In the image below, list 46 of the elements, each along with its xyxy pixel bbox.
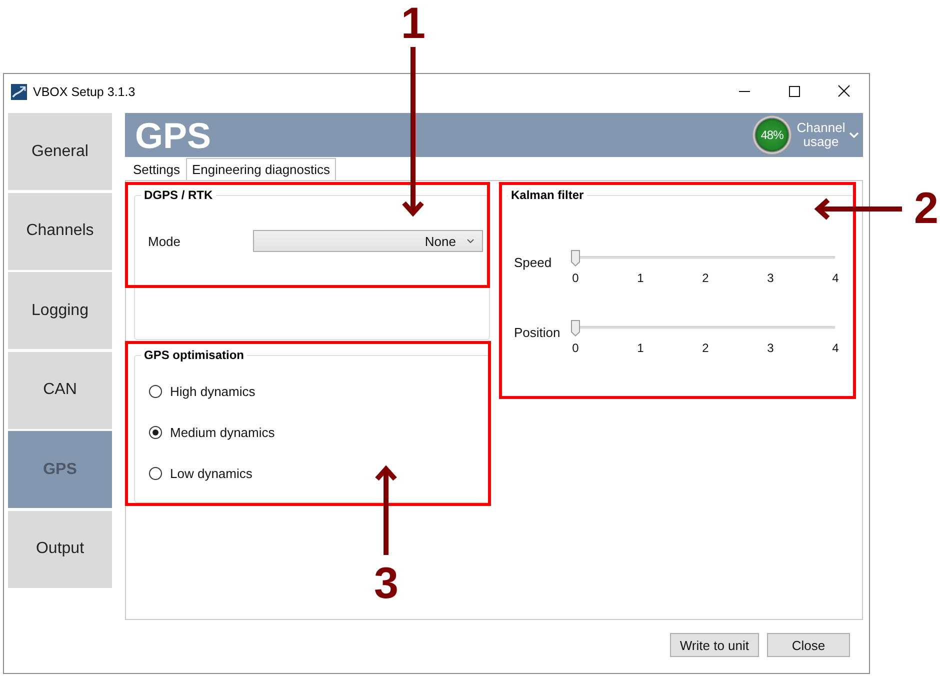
minimize-icon [738,90,750,92]
mode-dropdown[interactable]: None [253,230,483,252]
usage-label: Channel usage [796,121,846,149]
slider-label: Speed [514,255,553,270]
tick-label: 3 [766,341,775,355]
group-title: DGPS / RTK [143,188,214,202]
slider-thumb[interactable] [570,249,581,267]
tick-label: 2 [701,271,710,285]
tick-label: 1 [636,271,645,285]
group-title: GPS optimisation [143,348,246,362]
tab[interactable]: Engineering diagnostics [186,158,336,180]
radio-label[interactable]: Medium dynamics [170,424,275,440]
tick-label: 0 [571,341,580,355]
usage-gauge: 48% [752,115,792,155]
tick-label: 0 [571,271,580,285]
window-title: VBOX Setup 3.1.3 [33,85,136,99]
dialog-button[interactable]: Write to unit [670,633,759,657]
radio-button[interactable] [149,466,162,480]
close-icon [838,85,850,97]
sidebar-item[interactable]: Logging [8,272,112,349]
app-logo-icon [11,84,27,100]
sidebar-item[interactable]: CAN [8,352,112,428]
tick-label: 2 [701,341,710,355]
callout-number: 3 [374,562,398,606]
radio-button[interactable] [149,426,162,438]
sidebar-item[interactable]: Channels [8,192,112,270]
radio-label[interactable]: High dynamics [170,384,256,398]
chevron-down-icon [467,239,474,243]
sidebar-item[interactable]: Output [8,510,112,588]
dialog-button[interactable]: Close [767,633,850,657]
slider-label: Position [514,325,562,340]
tick-label: 4 [831,341,840,355]
sidebar-item[interactable]: General [8,113,112,190]
callout-number: 1 [401,2,426,46]
tick-label: 3 [766,271,775,285]
radio-button[interactable] [149,384,162,398]
chevron-down-icon[interactable] [849,132,859,138]
slider-thumb[interactable] [570,319,581,337]
field-label: Mode [148,234,182,248]
tick-label: 4 [831,271,840,285]
group-title: Kalman filter [510,188,585,202]
callout-number: 2 [914,187,938,231]
radio-label[interactable]: Low dynamics [170,466,252,480]
tick-label: 1 [636,341,645,355]
page-title: GPS [135,118,212,154]
maximize-icon [788,86,800,96]
